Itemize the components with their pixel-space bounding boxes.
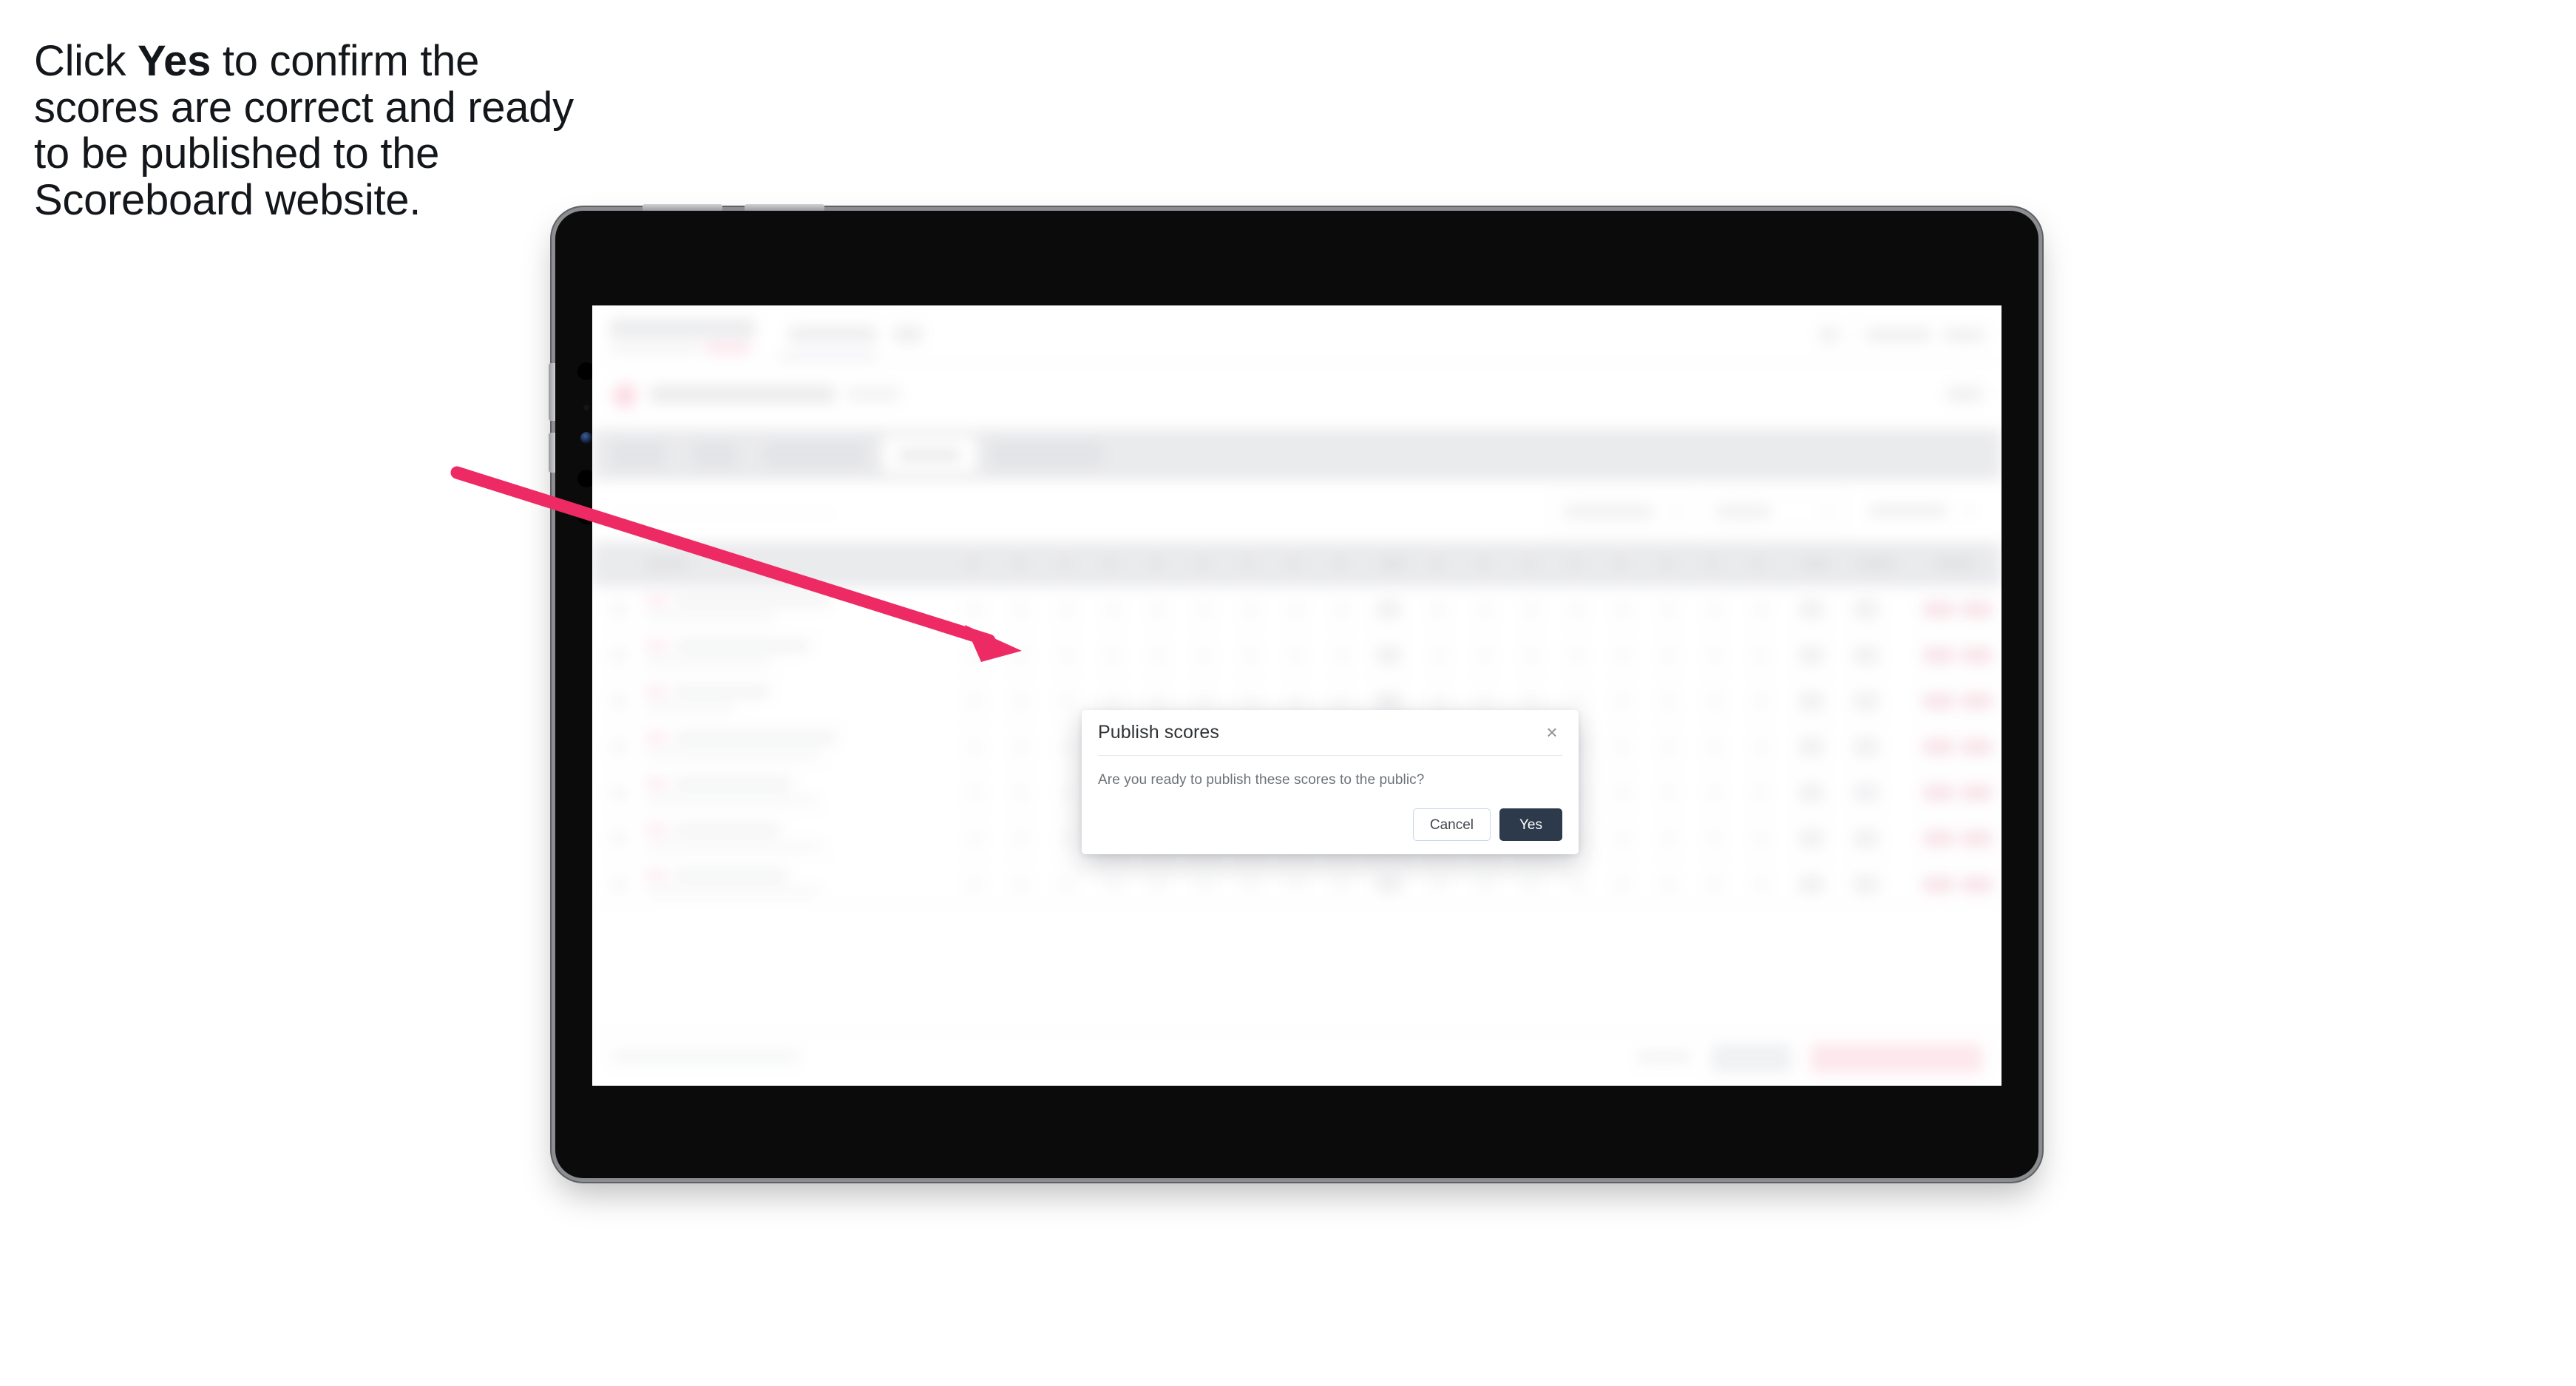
dialog-header: Publish scores × <box>1098 710 1562 756</box>
device-volume-up-button[interactable] <box>549 363 555 421</box>
device-top-button-1[interactable] <box>643 204 722 211</box>
device-microphone-icon <box>583 405 589 410</box>
instruction-caption: Click Yes to confirm the scores are corr… <box>34 38 574 224</box>
tablet-device: Publish scores × Are you ready to publis… <box>549 204 2038 1178</box>
publish-scores-dialog: Publish scores × Are you ready to publis… <box>1082 710 1579 854</box>
caption-before: Click <box>34 37 138 85</box>
cancel-button[interactable]: Cancel <box>1412 808 1491 841</box>
dialog-actions: Cancel Yes <box>1412 808 1562 841</box>
device-volume-down-button[interactable] <box>549 433 555 473</box>
close-icon[interactable]: × <box>1540 720 1564 744</box>
modal-scrim[interactable] <box>592 305 2002 1086</box>
screenshot-root: Click Yes to confirm the scores are corr… <box>0 0 2576 1386</box>
tablet-screen: Publish scores × Are you ready to publis… <box>592 305 2002 1086</box>
device-camera-icon <box>580 432 592 444</box>
dialog-message: Are you ready to publish these scores to… <box>1098 772 1425 788</box>
device-top-button-2[interactable] <box>745 204 824 211</box>
caption-emphasis: Yes <box>137 37 211 85</box>
yes-button[interactable]: Yes <box>1499 808 1562 841</box>
dialog-title: Publish scores <box>1098 722 1219 743</box>
